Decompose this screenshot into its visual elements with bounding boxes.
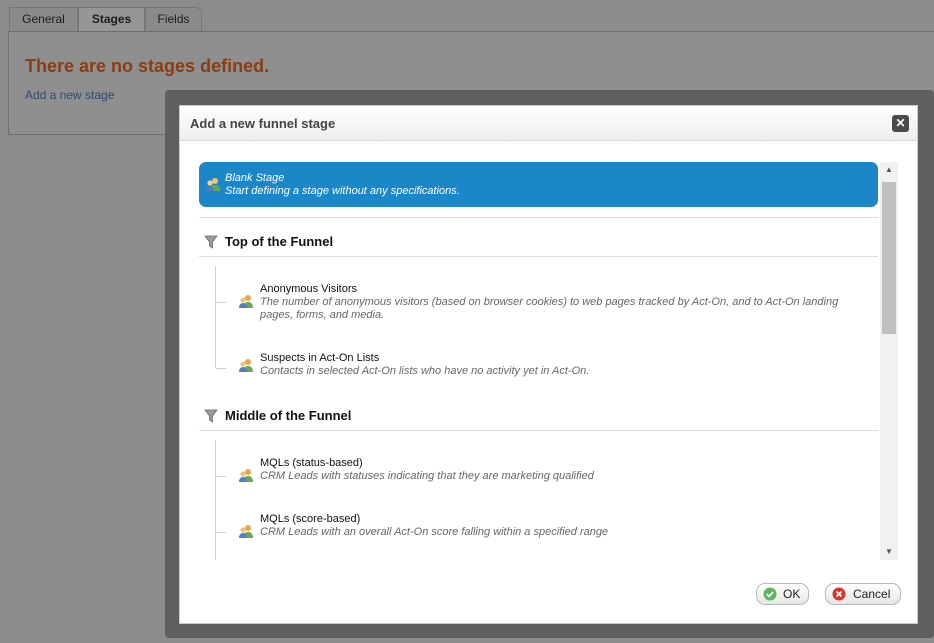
- tree-connector-tick: [216, 476, 226, 477]
- people-icon: [238, 467, 254, 486]
- close-icon[interactable]: ✕: [892, 115, 909, 132]
- divider: [199, 256, 878, 257]
- check-icon: [763, 587, 777, 607]
- tab-general[interactable]: General: [9, 7, 78, 31]
- stage-option-mqls-status[interactable]: MQLs (status-based): [260, 457, 363, 469]
- empty-stages-message: There are no stages defined.: [25, 56, 270, 76]
- stage-option-description: CRM Leads with statuses indicating that …: [260, 470, 594, 482]
- cancel-label: Cancel: [853, 587, 891, 601]
- scroll-up-arrow-icon[interactable]: ▲: [880, 162, 898, 178]
- blank-stage-description: Start defining a stage without any speci…: [225, 185, 460, 197]
- section-title-middle-of-funnel: Middle of the Funnel: [225, 408, 352, 423]
- add-funnel-stage-dialog: Add a new funnel stage ✕ Blank Stage Sta…: [179, 105, 918, 624]
- people-icon: [238, 523, 254, 542]
- people-icon: [238, 293, 254, 312]
- tab-fields[interactable]: Fields: [145, 7, 202, 31]
- divider: [199, 217, 878, 218]
- scroll-thumb[interactable]: [882, 182, 896, 334]
- stage-option-anonymous-visitors[interactable]: Anonymous Visitors: [260, 283, 357, 295]
- people-icon: [238, 357, 254, 376]
- list-scrollbar[interactable]: ▲ ▼: [880, 162, 898, 560]
- stage-option-description: The number of anonymous visitors (based …: [260, 296, 839, 321]
- ok-label: OK: [783, 587, 801, 601]
- tree-connector: [215, 440, 216, 560]
- blank-stage-title: Blank Stage: [225, 172, 285, 184]
- tree-connector: [215, 266, 216, 368]
- stage-option-description: CRM Leads with an overall Act-On score f…: [260, 526, 609, 538]
- cancel-icon: [832, 587, 846, 607]
- stage-option-mqls-score[interactable]: MQLs (score-based): [260, 513, 360, 525]
- funnel-icon: [204, 408, 218, 427]
- tree-connector-tick: [216, 532, 226, 533]
- tree-connector-tick: [216, 368, 226, 369]
- funnel-icon: [204, 234, 218, 253]
- section-title-top-of-funnel: Top of the Funnel: [225, 234, 334, 249]
- tab-stages[interactable]: Stages: [78, 7, 145, 32]
- add-stage-link[interactable]: Add a new stage: [25, 88, 114, 102]
- stage-option-suspects[interactable]: Suspects in Act-On Lists: [260, 352, 379, 364]
- ok-button[interactable]: OK: [756, 583, 809, 605]
- stage-template-list: Blank Stage Start defining a stage witho…: [199, 162, 880, 560]
- tree-connector-tick: [216, 302, 226, 303]
- blank-stage-option[interactable]: Blank Stage Start defining a stage witho…: [199, 162, 878, 207]
- dialog-title: Add a new funnel stage: [190, 116, 336, 131]
- cancel-button[interactable]: Cancel: [825, 583, 901, 605]
- scroll-down-arrow-icon[interactable]: ▼: [880, 544, 898, 560]
- stage-option-description: Contacts in selected Act-On lists who ha…: [260, 365, 590, 377]
- dialog-header: Add a new funnel stage ✕: [180, 106, 917, 141]
- people-icon: [205, 176, 221, 195]
- divider: [199, 430, 878, 431]
